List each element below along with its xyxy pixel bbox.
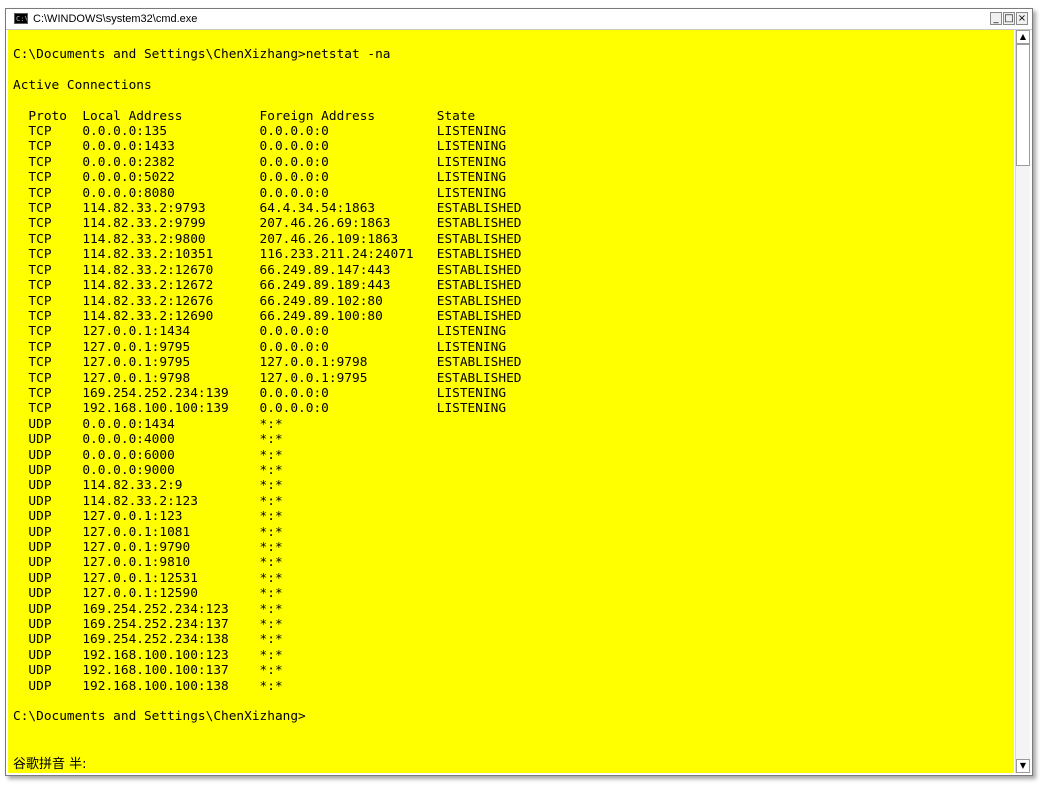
vertical-scrollbar[interactable]: ▲ ▼ — [1015, 30, 1030, 773]
console-line: UDP 127.0.0.1:1081 *:* — [13, 524, 283, 540]
console-output: C:\Documents and Settings\ChenXizhang>ne… — [13, 47, 522, 725]
console-line: UDP 127.0.0.1:12531 *:* — [13, 570, 283, 586]
console-line: UDP 114.82.33.2:9 *:* — [13, 478, 283, 494]
console-line: TCP 114.82.33.2:12672 66.249.89.189:443 … — [13, 278, 522, 294]
console-line: UDP 114.82.33.2:123 *:* — [13, 493, 283, 509]
console-line: UDP 0.0.0.0:4000 *:* — [13, 432, 283, 448]
console-line: TCP 0.0.0.0:1433 0.0.0.0:0 LISTENING — [13, 139, 507, 155]
console-line: TCP 0.0.0.0:8080 0.0.0.0:0 LISTENING — [13, 185, 507, 201]
minimize-button[interactable]: _ — [990, 12, 1002, 25]
console-line: Active Connections — [13, 77, 152, 93]
console-line: UDP 169.254.252.234:138 *:* — [13, 632, 283, 648]
cmd-window: C:\ C:\WINDOWS\system32\cmd.exe _ □ × C:… — [5, 8, 1033, 776]
scroll-up-icon[interactable]: ▲ — [1016, 30, 1030, 44]
console-area[interactable]: C:\Documents and Settings\ChenXizhang>ne… — [8, 30, 1014, 773]
console-line: UDP 192.168.100.100:123 *:* — [13, 647, 283, 663]
console-line: TCP 114.82.33.2:12676 66.249.89.102:80 E… — [13, 293, 522, 309]
console-line: TCP 114.82.33.2:9793 64.4.34.54:1863 EST… — [13, 201, 522, 217]
console-line: TCP 127.0.0.1:9798 127.0.0.1:9795 ESTABL… — [13, 370, 522, 386]
scroll-down-icon[interactable]: ▼ — [1016, 759, 1030, 773]
console-line: UDP 0.0.0.0:6000 *:* — [13, 447, 283, 463]
console-line: Proto Local Address Foreign Address Stat… — [13, 108, 476, 124]
console-line: TCP 169.254.252.234:139 0.0.0.0:0 LISTEN… — [13, 385, 507, 401]
console-line: UDP 0.0.0.0:1434 *:* — [13, 416, 283, 432]
console-line: UDP 127.0.0.1:12590 *:* — [13, 586, 283, 602]
console-line: TCP 114.82.33.2:9800 207.46.26.109:1863 … — [13, 231, 522, 247]
console-line: UDP 169.254.252.234:137 *:* — [13, 617, 283, 633]
console-line: UDP 169.254.252.234:123 *:* — [13, 601, 283, 617]
console-line: C:\Documents and Settings\ChenXizhang> — [13, 709, 306, 725]
console-line: UDP 127.0.0.1:9790 *:* — [13, 540, 283, 555]
console-line: UDP 192.168.100.100:138 *:* — [13, 678, 283, 694]
scroll-thumb[interactable] — [1016, 44, 1030, 166]
console-line: TCP 127.0.0.1:1434 0.0.0.0:0 LISTENING — [13, 324, 507, 340]
console-line: TCP 127.0.0.1:9795 0.0.0.0:0 LISTENING — [13, 339, 507, 355]
console-line: TCP 127.0.0.1:9795 127.0.0.1:9798 ESTABL… — [13, 355, 522, 371]
cmd-app-icon[interactable]: C:\ — [14, 13, 28, 24]
console-line: UDP 127.0.0.1:9810 *:* — [13, 555, 283, 571]
console-line: UDP 127.0.0.1:123 *:* — [13, 509, 283, 525]
close-button[interactable]: × — [1016, 12, 1028, 25]
console-line: TCP 0.0.0.0:135 0.0.0.0:0 LISTENING — [13, 124, 507, 140]
console-line: UDP 0.0.0.0:9000 *:* — [13, 462, 283, 478]
console-line: TCP 114.82.33.2:12690 66.249.89.100:80 E… — [13, 308, 522, 324]
console-line: TCP 114.82.33.2:10351 116.233.211.24:240… — [13, 247, 522, 263]
console-line: TCP 0.0.0.0:5022 0.0.0.0:0 LISTENING — [13, 170, 507, 186]
ime-status-bar: 谷歌拼音 半: — [13, 757, 87, 772]
title-bar[interactable]: C:\ C:\WINDOWS\system32\cmd.exe _ □ × — [6, 9, 1032, 30]
console-line: TCP 192.168.100.100:139 0.0.0.0:0 LISTEN… — [13, 401, 507, 417]
console-line: C:\Documents and Settings\ChenXizhang>ne… — [13, 47, 391, 62]
window-title: C:\WINDOWS\system32\cmd.exe — [33, 13, 198, 25]
console-line: TCP 114.82.33.2:12670 66.249.89.147:443 … — [13, 262, 522, 278]
console-line: UDP 192.168.100.100:137 *:* — [13, 663, 283, 679]
console-line: TCP 114.82.33.2:9799 207.46.26.69:1863 E… — [13, 216, 522, 232]
console-line: TCP 0.0.0.0:2382 0.0.0.0:0 LISTENING — [13, 154, 507, 170]
maximize-button[interactable]: □ — [1003, 12, 1015, 25]
